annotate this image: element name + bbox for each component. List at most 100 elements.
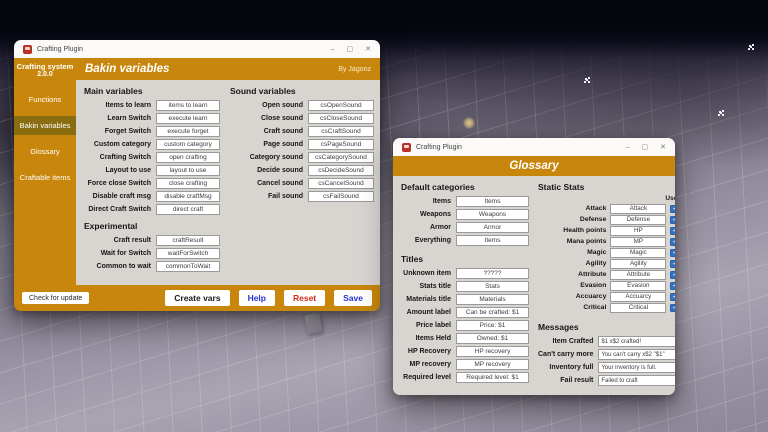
close-icon[interactable]: ✕: [365, 46, 371, 53]
text-input[interactable]: csFailSound: [308, 191, 374, 202]
close-icon[interactable]: ✕: [660, 144, 666, 151]
sidebar-item-label: Craftable items: [20, 173, 70, 182]
use-checkbox[interactable]: [670, 271, 675, 279]
text-input[interactable]: HP: [610, 226, 666, 236]
text-input[interactable]: Accuarcy: [610, 292, 666, 302]
field-label: Defense: [538, 216, 606, 223]
text-input[interactable]: You can't carry x$2 "$1": [598, 349, 675, 360]
text-input[interactable]: Attribute: [610, 270, 666, 280]
text-input[interactable]: Critical: [610, 303, 666, 313]
text-input[interactable]: Owned: $1: [456, 333, 529, 344]
use-checkbox[interactable]: [670, 304, 675, 312]
field-label: Items Held: [401, 335, 451, 342]
text-input[interactable]: Items: [456, 235, 529, 246]
use-checkbox[interactable]: [670, 205, 675, 213]
field-label: Craft result: [84, 237, 151, 244]
use-checkbox[interactable]: [670, 216, 675, 224]
use-checkbox[interactable]: [670, 282, 675, 290]
text-input[interactable]: waitForSwitch: [156, 248, 220, 259]
field-row: Open sound csOpenSound: [230, 99, 374, 112]
footer-action-button[interactable]: Reset: [284, 290, 325, 306]
minimize-icon[interactable]: –: [626, 144, 630, 151]
titlebar[interactable]: Crafting Plugin – ▢ ✕: [14, 40, 380, 58]
text-input[interactable]: csDecideSound: [308, 165, 374, 176]
sidebar-item[interactable]: Functions: [14, 90, 76, 109]
minimize-icon[interactable]: –: [331, 46, 335, 53]
use-checkbox[interactable]: [670, 293, 675, 301]
field-label: Unknown item: [401, 270, 451, 277]
text-input[interactable]: Items: [456, 196, 529, 207]
text-input[interactable]: HP recovery: [456, 346, 529, 357]
text-input[interactable]: commonToWait: [156, 261, 220, 272]
glossary-right-column: Static Stats Use Attack Attack Defense D…: [538, 181, 675, 395]
text-input[interactable]: MP recovery: [456, 359, 529, 370]
text-input[interactable]: Stats: [456, 281, 529, 292]
footer-action-button[interactable]: Help: [239, 290, 275, 306]
footer-action-button[interactable]: Create vars: [165, 290, 229, 306]
field-label: Attribute: [538, 271, 606, 278]
stat-row: Mana points MP: [538, 236, 675, 247]
field-label: Custom category: [84, 141, 151, 148]
maximize-icon[interactable]: ▢: [642, 144, 649, 151]
plugin-version: 2.0.0: [15, 71, 75, 78]
stat-row: Attack Attack: [538, 203, 675, 214]
text-input[interactable]: open crafting: [156, 152, 220, 163]
text-input[interactable]: ?????: [456, 268, 529, 279]
text-input[interactable]: Failed to craft: [598, 375, 675, 386]
text-input[interactable]: disable craftMsg: [156, 191, 220, 202]
text-input[interactable]: execute learn: [156, 113, 220, 124]
text-input[interactable]: Price: $1: [456, 320, 529, 331]
text-input[interactable]: csCategorySound: [308, 152, 374, 163]
sidebar-item[interactable]: Craftable items: [14, 168, 76, 187]
field-row: Items Held Owned: $1: [401, 332, 529, 345]
maximize-icon[interactable]: ▢: [347, 46, 354, 53]
footer-action-button[interactable]: Save: [334, 290, 372, 306]
text-input[interactable]: items to learn: [156, 100, 220, 111]
field-row: Direct Craft Switch direct craft: [84, 203, 220, 216]
page-header: Glossary: [393, 156, 675, 176]
sidebar-header: Crafting system 2.0.0: [14, 58, 76, 83]
text-input[interactable]: Defense: [610, 215, 666, 225]
use-checkbox[interactable]: [670, 249, 675, 257]
use-checkbox[interactable]: [670, 227, 675, 235]
text-input[interactable]: $1 x$2 crafted!: [598, 336, 675, 347]
stat-row: Evasion Evasion: [538, 280, 675, 291]
text-input[interactable]: Required level: $1: [456, 372, 529, 383]
text-input[interactable]: Can be crafted: $1: [456, 307, 529, 318]
text-input[interactable]: Weapons: [456, 209, 529, 220]
use-checkbox[interactable]: [670, 238, 675, 246]
text-input[interactable]: Agility: [610, 259, 666, 269]
text-input[interactable]: craftResult: [156, 235, 220, 246]
text-input[interactable]: MP: [610, 237, 666, 247]
sidebar-item[interactable]: Glossary: [14, 142, 76, 161]
plugin-name: Crafting system: [15, 62, 75, 71]
text-input[interactable]: Materials: [456, 294, 529, 305]
field-row: Custom category custom category: [84, 138, 220, 151]
check-update-button[interactable]: Check for update: [22, 292, 89, 304]
text-input[interactable]: execute forget: [156, 126, 220, 137]
text-input[interactable]: csCloseSound: [308, 113, 374, 124]
author-credit: By Jagonz: [338, 66, 371, 73]
text-input[interactable]: Your inventory is full.: [598, 362, 675, 373]
field-row: Force close Switch close crafting: [84, 177, 220, 190]
text-input[interactable]: direct craft: [156, 204, 220, 215]
field-label: Mana points: [538, 238, 606, 245]
section-title: Default categories: [401, 182, 529, 192]
titlebar[interactable]: Crafting Plugin – ▢ ✕: [393, 138, 675, 156]
stat-row: Health points HP: [538, 225, 675, 236]
field-row: Learn Switch execute learn: [84, 112, 220, 125]
text-input[interactable]: layout to use: [156, 165, 220, 176]
text-input[interactable]: Evasion: [610, 281, 666, 291]
text-input[interactable]: Armor: [456, 222, 529, 233]
text-input[interactable]: custom category: [156, 139, 220, 150]
text-input[interactable]: csPageSound: [308, 139, 374, 150]
text-input[interactable]: csCraftSound: [308, 126, 374, 137]
text-input[interactable]: csCancelSound: [308, 178, 374, 189]
use-checkbox[interactable]: [670, 260, 675, 268]
text-input[interactable]: csOpenSound: [308, 100, 374, 111]
text-input[interactable]: close crafting: [156, 178, 220, 189]
text-input[interactable]: Attack: [610, 204, 666, 214]
text-input[interactable]: Magic: [610, 248, 666, 258]
sidebar-item[interactable]: Bakin variables: [14, 116, 76, 135]
field-row: Can't carry more You can't carry x$2 "$1…: [538, 348, 675, 361]
